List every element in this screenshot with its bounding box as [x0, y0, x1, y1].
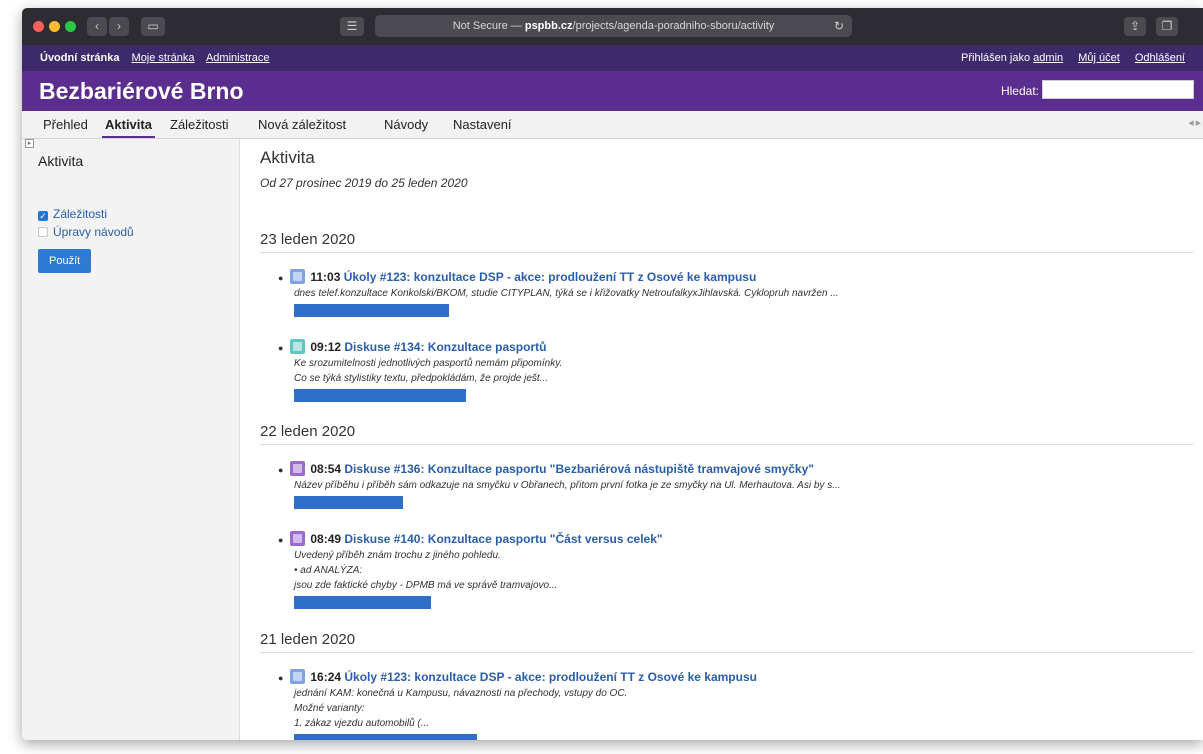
forward-button[interactable]: › — [109, 17, 129, 36]
date-range: Od 27 prosinec 2019 do 25 leden 2020 — [260, 176, 468, 190]
search-input[interactable] — [1042, 80, 1194, 99]
top-menu: Úvodní stránka Moje stránka Administrace… — [22, 45, 1203, 71]
empty-checkbox-icon — [38, 227, 48, 237]
event-description: Možné varianty: — [294, 703, 365, 714]
tabs-scroll-arrows-icon[interactable]: ◀ ▶ — [1188, 119, 1201, 127]
sidebar-icon: ▭ — [147, 19, 159, 33]
issues-checkbox[interactable]: ✓ Záležitosti — [38, 207, 107, 221]
security-label: Not Secure — — [452, 20, 525, 32]
tab-settings[interactable]: Nastavení — [453, 117, 512, 132]
wiki-edits-checkbox-label: Úpravy návodů — [53, 225, 134, 239]
sidebar-title: Aktivita — [38, 153, 84, 169]
author-redacted-bar — [294, 734, 477, 740]
user-link[interactable]: admin — [1033, 52, 1063, 64]
wiki-edits-checkbox[interactable]: Úpravy návodů — [38, 225, 134, 239]
author-redacted-bar — [294, 596, 431, 609]
tab-overview[interactable]: Přehled — [43, 117, 88, 132]
author-redacted-bar — [294, 304, 449, 317]
home-link[interactable]: Úvodní stránka — [40, 52, 119, 64]
browser-toolbar: ‹ › ▭ ☰ Not Secure — pspbb.cz/projects/a… — [22, 8, 1203, 45]
event-description: • ad ANALÝZA: — [294, 565, 363, 576]
project-title: Bezbariérové Brno — [39, 78, 244, 104]
author-redacted-bar — [294, 389, 466, 402]
sidebar: ▸ Aktivita ✓ Záležitosti Úpravy návodů Po… — [22, 139, 240, 740]
event-link[interactable]: Diskuse #136: Konzultace pasportu "Bezba… — [344, 462, 814, 476]
address-bar[interactable]: Not Secure — pspbb.cz/projects/agenda-po… — [375, 15, 852, 37]
page-title: Aktivita — [260, 148, 315, 167]
comment-icon: ● — [278, 343, 284, 353]
chevron-right-icon: › — [117, 19, 121, 33]
tab-wiki[interactable]: Návody — [384, 117, 428, 132]
comment-icon: ● — [278, 273, 284, 283]
event-description: jsou zde faktické chyby - DPMB má ve spr… — [294, 580, 558, 591]
reload-icon[interactable]: ↻ — [834, 15, 844, 37]
address-host: pspbb.cz — [524, 20, 573, 32]
event-description: Uvedený příběh znám trochu z jiného pohl… — [294, 550, 501, 561]
event-description: Název příběhu i příběh sám odkazuje na s… — [294, 480, 841, 491]
event-description: jednání KAM: konečná u Kampusu, návaznos… — [294, 688, 628, 699]
activity-event: ● 09:12 Diskuse #134: Konzultace pasport… — [278, 339, 1188, 402]
address-path: /projects/agenda-poradniho-sboru/activit… — [572, 20, 775, 32]
event-time: 11:03 — [310, 270, 341, 284]
event-link[interactable]: Úkoly #123: konzultace DSP - akce: prodl… — [344, 270, 757, 284]
activity-content: Aktivita Od 27 prosinec 2019 do 25 leden… — [260, 139, 1193, 740]
collapse-sidebar-icon[interactable]: ▸ — [25, 139, 34, 148]
day-heading: 21 leden 2020 — [260, 631, 1193, 653]
activity-event: ● 11:03 Úkoly #123: konzultace DSP - akc… — [278, 269, 1188, 317]
comment-icon: ● — [278, 535, 284, 545]
minimize-window-button[interactable] — [49, 21, 60, 32]
chevron-left-icon: ‹ — [95, 19, 99, 33]
logged-as-label: Přihlášen jako admin — [949, 52, 1063, 64]
share-icon: ⇪ — [1129, 19, 1141, 33]
event-link[interactable]: Diskuse #140: Konzultace pasportu "Část … — [344, 532, 662, 546]
comment-icon: ● — [278, 465, 284, 475]
tabs-icon: ❐ — [1161, 19, 1173, 33]
event-link[interactable]: Úkoly #123: konzultace DSP - akce: prodl… — [344, 670, 757, 684]
logout-link[interactable]: Odhlášení — [1135, 52, 1185, 64]
issues-checkbox-label: Záležitosti — [53, 207, 108, 221]
my-page-link[interactable]: Moje stránka — [132, 52, 195, 64]
reader-icon: ☰ — [346, 19, 358, 33]
event-time: 16:24 — [310, 670, 342, 684]
search-label: Hledat: — [1000, 84, 1039, 98]
back-button[interactable]: ‹ — [87, 17, 107, 36]
tab-activity[interactable]: Aktivita — [102, 117, 155, 138]
avatar-icon — [290, 669, 305, 684]
activity-event: ● 08:49 Diskuse #140: Konzultace pasport… — [278, 531, 1188, 609]
day-heading: 22 leden 2020 — [260, 423, 1193, 445]
event-description: Ke srozumitelnosti jednotlivých pasportů… — [294, 358, 563, 369]
reader-button[interactable]: ☰ — [340, 17, 364, 36]
share-button[interactable]: ⇪ — [1124, 17, 1146, 36]
main-tabs: Přehled Aktivita Záležitosti Nová záleži… — [22, 111, 1203, 139]
event-time: 08:54 — [310, 462, 342, 476]
sidebar-toggle-button[interactable]: ▭ — [141, 17, 165, 36]
my-account-link[interactable]: Můj účet — [1078, 52, 1120, 64]
activity-event: ● 16:24 Úkoly #123: konzultace DSP - akc… — [278, 669, 1188, 740]
day-heading: 23 leden 2020 — [260, 231, 1193, 253]
close-window-button[interactable] — [33, 21, 44, 32]
avatar-icon — [290, 269, 305, 284]
event-description: 1. zákaz vjezdu automobilů (... — [294, 718, 430, 729]
author-redacted-bar — [294, 496, 403, 509]
comment-icon: ● — [278, 673, 284, 683]
event-description: Co se týká stylistiky textu, předpokládá… — [294, 373, 548, 384]
tab-issues[interactable]: Záležitosti — [170, 117, 229, 132]
avatar-icon — [290, 461, 305, 476]
activity-event: ● 08:54 Diskuse #136: Konzultace pasport… — [278, 461, 1188, 509]
tabs-overview-button[interactable]: ❐ — [1156, 17, 1178, 36]
logged-as-text: Přihlášen jako — [961, 52, 1031, 64]
zoom-window-button[interactable] — [65, 21, 76, 32]
event-description: dnes telef.konzultace Konkolski/BKOM, st… — [294, 288, 839, 299]
administration-link[interactable]: Administrace — [206, 52, 270, 64]
project-header: Bezbariérové Brno Hledat: — [22, 71, 1203, 111]
browser-window: ‹ › ▭ ☰ Not Secure — pspbb.cz/projects/a… — [22, 8, 1203, 740]
apply-button[interactable]: Použít — [38, 249, 92, 273]
event-time: 08:49 — [310, 532, 342, 546]
event-link[interactable]: Diskuse #134: Konzultace pasportů — [344, 340, 546, 354]
checkmark-icon: ✓ — [38, 211, 48, 221]
avatar-icon — [290, 339, 305, 354]
tab-new-issue[interactable]: Nová záležitost — [258, 117, 346, 132]
avatar-icon — [290, 531, 305, 546]
event-time: 09:12 — [310, 340, 342, 354]
